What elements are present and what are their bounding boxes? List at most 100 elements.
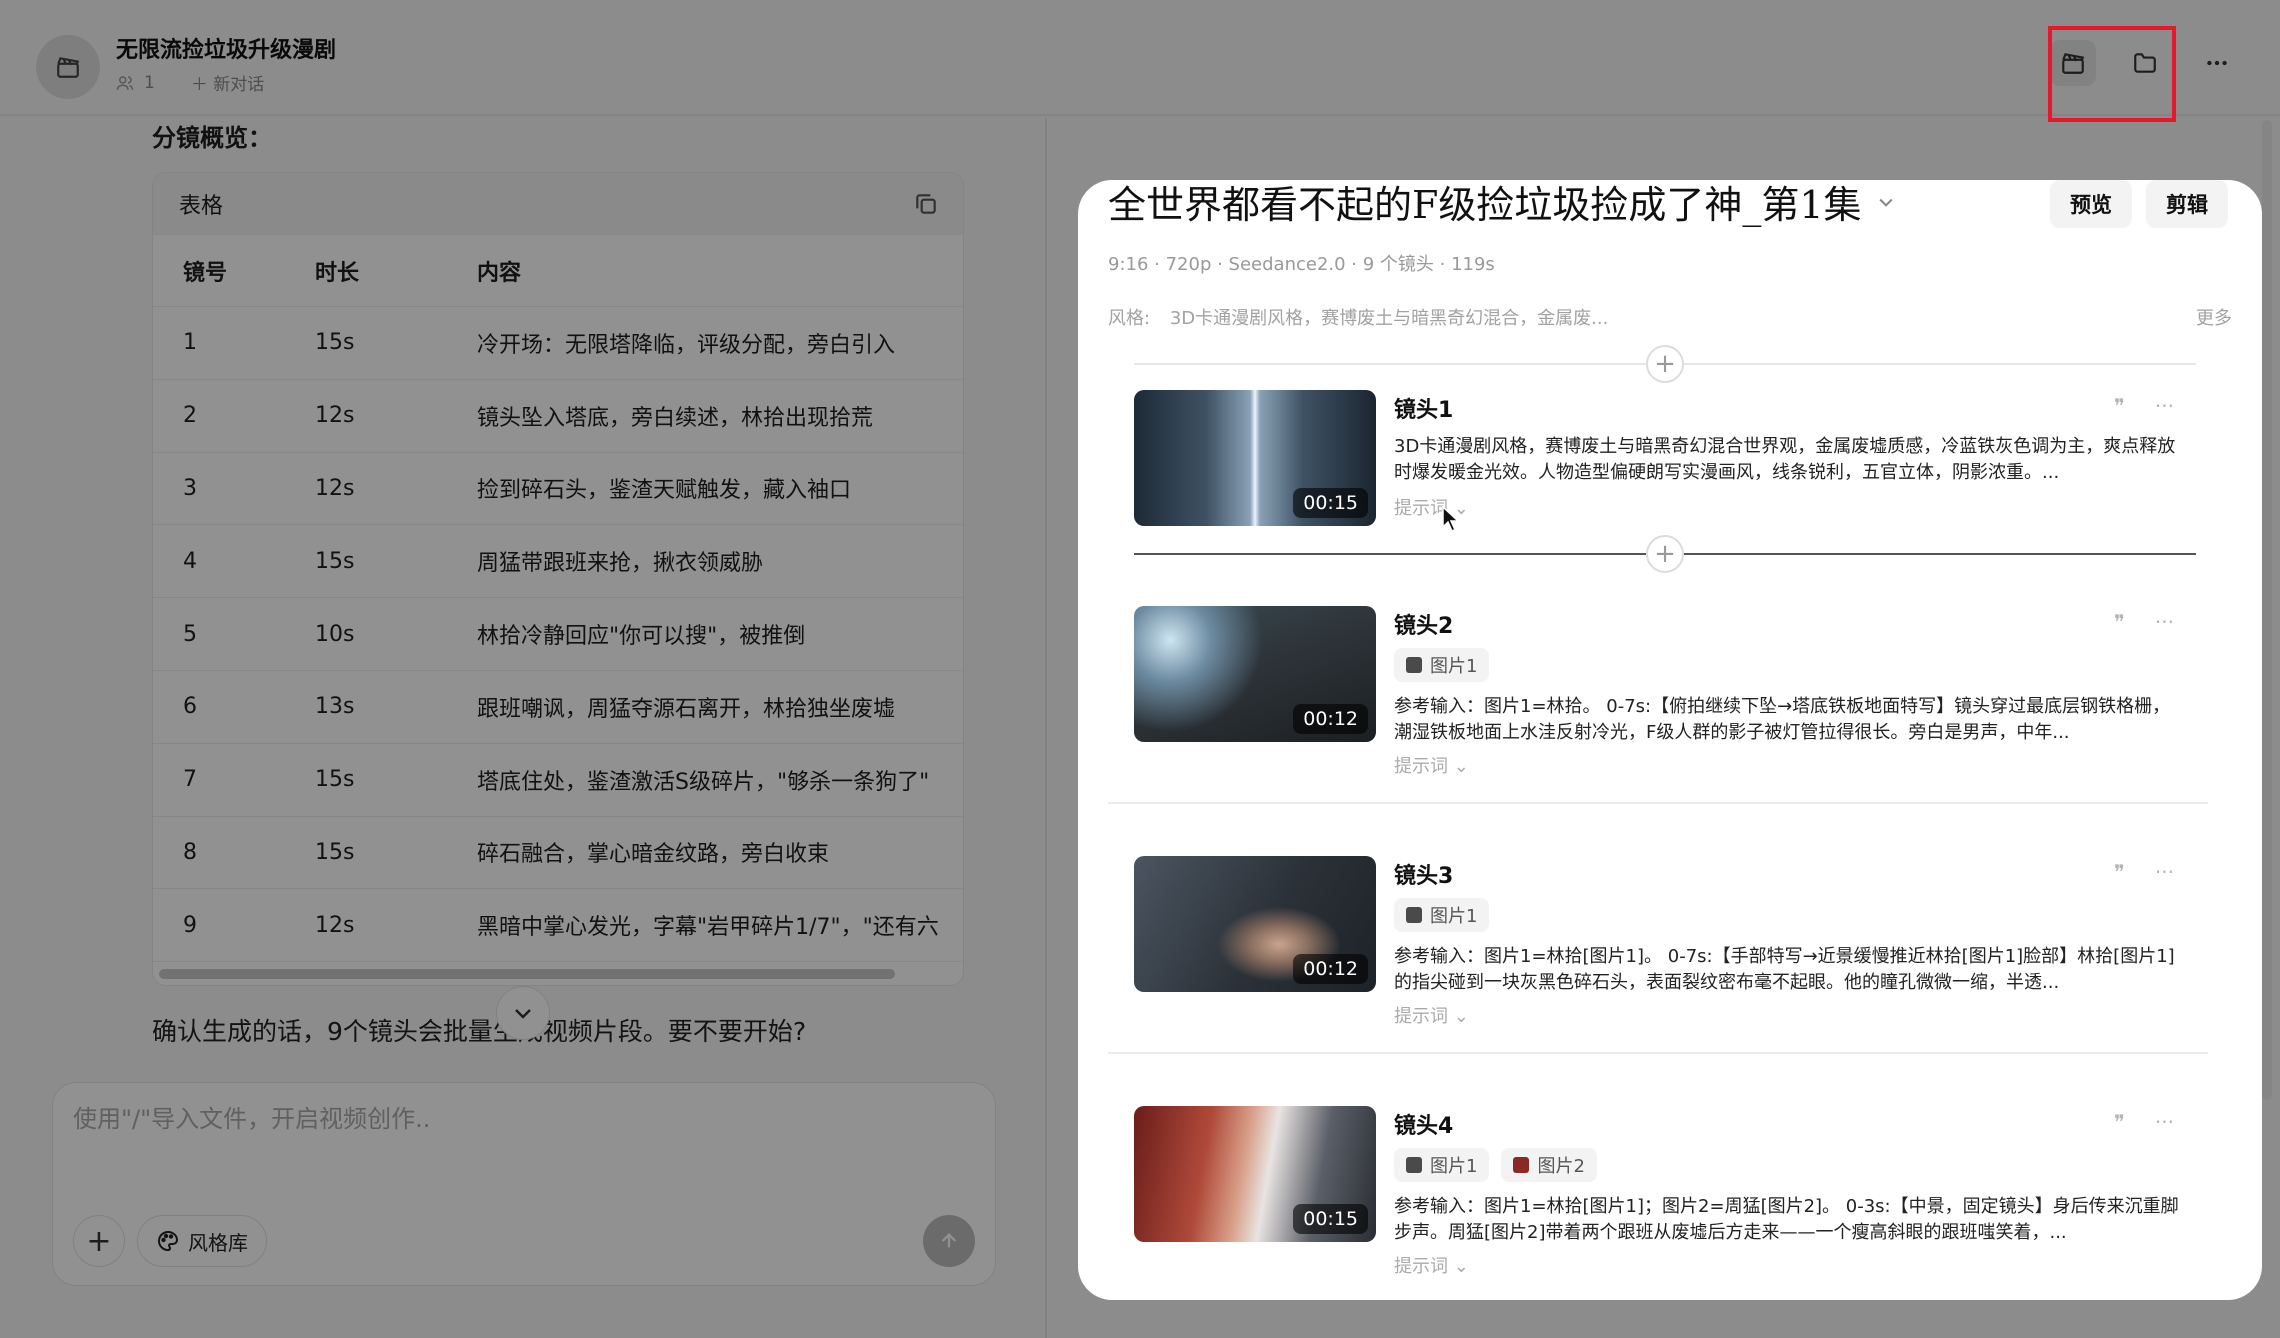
image-thumb-icon bbox=[1406, 907, 1422, 923]
shot-thumbnail[interactable]: 00:12 bbox=[1134, 606, 1376, 742]
shot-thumbnail[interactable]: 00:15 bbox=[1134, 390, 1376, 526]
shot-actions: ❞ ··· bbox=[2114, 394, 2174, 418]
shot-duration: 00:12 bbox=[1293, 704, 1368, 734]
project-title: 无限流捡垃圾升级漫剧 bbox=[116, 38, 337, 63]
shot-title: 镜头1 bbox=[1394, 398, 1454, 423]
column-header: 内容 bbox=[477, 260, 522, 286]
quote-icon[interactable]: ❞ bbox=[2114, 860, 2125, 884]
shot-actions: ❞ ··· bbox=[2114, 1110, 2174, 1134]
cell-content: 碎石融合，掌心暗金纹路，旁白收束 bbox=[477, 842, 830, 868]
cell-content: 跟班嘲讽，周猛夺源石离开，林拾独坐废墟 bbox=[477, 696, 896, 722]
cell-content: 冷开场：无限塔降临，评级分配，旁白引入 bbox=[477, 332, 896, 358]
table-horizontal-scrollbar[interactable] bbox=[159, 969, 895, 979]
chip-label: 图片1 bbox=[1430, 906, 1478, 927]
page-scrollbar[interactable] bbox=[2262, 120, 2272, 1100]
shot-card[interactable]: 00:15 镜头4 ❞ ··· 图片1 图片2 参考输入：图片1=林拾[图片1]… bbox=[1134, 1106, 2214, 1300]
style-value: 3D卡通漫剧风格，赛博废土与暗黑奇幻混合，金属废... bbox=[1169, 308, 1609, 329]
chevron-down-icon bbox=[1878, 198, 1893, 207]
prompt-toggle[interactable]: 提示词 ⌄ bbox=[1394, 1252, 1469, 1278]
assistant-message: 确认生成的话，9个镜头会批量生成视频片段。要不要开始? bbox=[152, 1017, 807, 1046]
table-row: 9 12s 黑暗中掌心发光，字幕"岩甲碎片1/7"，"还有六 bbox=[153, 889, 963, 963]
scroll-down-button[interactable] bbox=[496, 986, 550, 1040]
column-header: 镜号 bbox=[183, 260, 228, 286]
reference-chip[interactable]: 图片1 bbox=[1394, 1148, 1490, 1182]
chevron-down-icon bbox=[515, 1009, 531, 1019]
table-row: 1 15s 冷开场：无限塔降临，评级分配，旁白引入 bbox=[153, 307, 963, 380]
table-header-row: 镜号 时长 内容 bbox=[153, 235, 963, 307]
table-header: 表格 bbox=[153, 173, 963, 235]
palette-icon bbox=[158, 1230, 179, 1252]
cell-no: 1 bbox=[183, 330, 197, 356]
table-row: 3 12s 捡到碎石头，鉴渣天赋触发，藏入袖口 bbox=[153, 453, 963, 526]
section-title: 分镜概览： bbox=[152, 124, 272, 152]
reference-chips: 图片1 图片2 bbox=[1394, 1148, 1597, 1182]
more-icon[interactable]: ··· bbox=[2155, 394, 2174, 418]
reference-chip[interactable]: 图片2 bbox=[1501, 1148, 1597, 1182]
insert-shot-button[interactable]: + bbox=[1646, 535, 1684, 573]
more-icon[interactable]: ··· bbox=[2155, 860, 2174, 884]
top-bar: 无限流捡垃圾升级漫剧 1 ＋ 新对话 bbox=[0, 0, 2280, 116]
composer: + 风格库 bbox=[52, 1082, 996, 1286]
image-thumb-icon bbox=[1406, 657, 1422, 673]
preview-button[interactable]: 预览 bbox=[2050, 180, 2132, 228]
cell-content: 林拾冷静回应"你可以搜"，被推倒 bbox=[477, 624, 806, 650]
prompt-label: 提示词 bbox=[1394, 756, 1448, 777]
shot-duration: 00:15 bbox=[1293, 1204, 1368, 1234]
shot-description: 参考输入：图片1=林拾[图片1]。 0-7s:【手部特写→近景缓慢推近林拾[图片… bbox=[1394, 946, 2175, 993]
more-button[interactable] bbox=[2194, 40, 2240, 86]
add-attachment-button[interactable]: + bbox=[73, 1215, 125, 1267]
arrow-up-icon bbox=[941, 1232, 957, 1248]
reference-chip[interactable]: 图片1 bbox=[1394, 648, 1490, 682]
shot-description: 参考输入：图片1=林拾。 0-7s:【俯拍继续下坠→塔底铁板地面特写】镜头穿过最… bbox=[1394, 696, 2171, 743]
quote-icon[interactable]: ❞ bbox=[2114, 610, 2125, 634]
quote-icon[interactable]: ❞ bbox=[2114, 394, 2125, 418]
reference-chip[interactable]: 图片1 bbox=[1394, 898, 1490, 932]
table-row: 7 15s 塔底住处，鉴渣激活S级碎片，"够杀一条狗了" bbox=[153, 744, 963, 817]
quote-icon[interactable]: ❞ bbox=[2114, 1110, 2125, 1134]
shot-title: 镜头3 bbox=[1394, 864, 1454, 889]
more-icon[interactable]: ··· bbox=[2155, 610, 2174, 634]
episode-meta: 9:16 · 720p · Seedance2.0 · 9 个镜头 · 119s bbox=[1108, 254, 1495, 275]
shot-duration: 00:12 bbox=[1293, 954, 1368, 984]
shot-description: 参考输入：图片1=林拾[图片1]；图片2=周猛[图片2]。 0-3s:【中景，固… bbox=[1394, 1196, 2179, 1243]
shot-thumbnail[interactable]: 00:12 bbox=[1134, 856, 1376, 992]
chip-label: 图片1 bbox=[1430, 1156, 1478, 1177]
member-count: 1 bbox=[144, 72, 155, 93]
prompt-input[interactable] bbox=[73, 1105, 953, 1133]
cell-no: 3 bbox=[183, 475, 197, 501]
cell-content: 塔底住处，鉴渣激活S级碎片，"够杀一条狗了" bbox=[477, 769, 930, 795]
project-avatar[interactable] bbox=[36, 35, 100, 99]
style-library-button[interactable]: 风格库 bbox=[137, 1215, 267, 1267]
episode-title[interactable]: 全世界都看不起的F级捡垃圾捡成了神_第1集 bbox=[1108, 180, 1896, 229]
table-row: 6 13s 跟班嘲讽，周猛夺源石离开，林拾独坐废墟 bbox=[153, 671, 963, 744]
cell-no: 7 bbox=[183, 767, 197, 793]
cell-no: 2 bbox=[183, 403, 197, 429]
copy-icon[interactable] bbox=[913, 191, 939, 217]
send-button[interactable] bbox=[923, 1215, 975, 1267]
prompt-toggle[interactable]: 提示词 ⌄ bbox=[1394, 752, 1469, 778]
shot-duration: 00:15 bbox=[1293, 488, 1368, 518]
table-row: 8 15s 碎石融合，掌心暗金纹路，旁白收束 bbox=[153, 817, 963, 890]
more-link[interactable]: 更多 bbox=[2196, 304, 2232, 330]
image-thumb-icon bbox=[1513, 1157, 1530, 1173]
more-icon[interactable]: ··· bbox=[2155, 1110, 2174, 1134]
shot-divider bbox=[1108, 1052, 2208, 1054]
table-body: 镜号 时长 内容 1 15s 冷开场：无限塔降临，评级分配，旁白引入 2 12s 镜头坠… bbox=[153, 235, 963, 963]
cell-no: 6 bbox=[183, 694, 197, 720]
edit-button[interactable]: 剪辑 bbox=[2146, 180, 2228, 228]
cell-duration: 15s bbox=[315, 548, 355, 574]
cell-content: 镜头坠入塔底，旁白续述，林拾出现拾荒 bbox=[477, 405, 874, 431]
cell-duration: 15s bbox=[315, 330, 355, 356]
cell-duration: 12s bbox=[315, 912, 355, 938]
chevron-down-icon: ⌄ bbox=[1453, 1256, 1469, 1277]
insert-shot-button[interactable]: + bbox=[1646, 345, 1684, 383]
shot-card[interactable]: 00:12 镜头2 ❞ ··· 图片1 参考输入：图片1=林拾。 0-7s:【俯… bbox=[1134, 606, 2214, 806]
insert-shot-row: + bbox=[1134, 534, 2196, 574]
style-label: 风格: bbox=[1108, 308, 1151, 329]
shot-card[interactable]: 00:12 镜头3 ❞ ··· 图片1 参考输入：图片1=林拾[图片1]。 0-… bbox=[1134, 856, 2214, 1056]
shot-thumbnail[interactable]: 00:15 bbox=[1134, 1106, 1376, 1242]
episode-title-text: 全世界都看不起的F级捡垃圾捡成了神_第1集 bbox=[1108, 183, 1862, 227]
table-row: 2 12s 镜头坠入塔底，旁白续述，林拾出现拾荒 bbox=[153, 380, 963, 453]
new-chat-button[interactable]: ＋ 新对话 bbox=[191, 70, 264, 95]
prompt-toggle[interactable]: 提示词 ⌄ bbox=[1394, 1002, 1469, 1028]
